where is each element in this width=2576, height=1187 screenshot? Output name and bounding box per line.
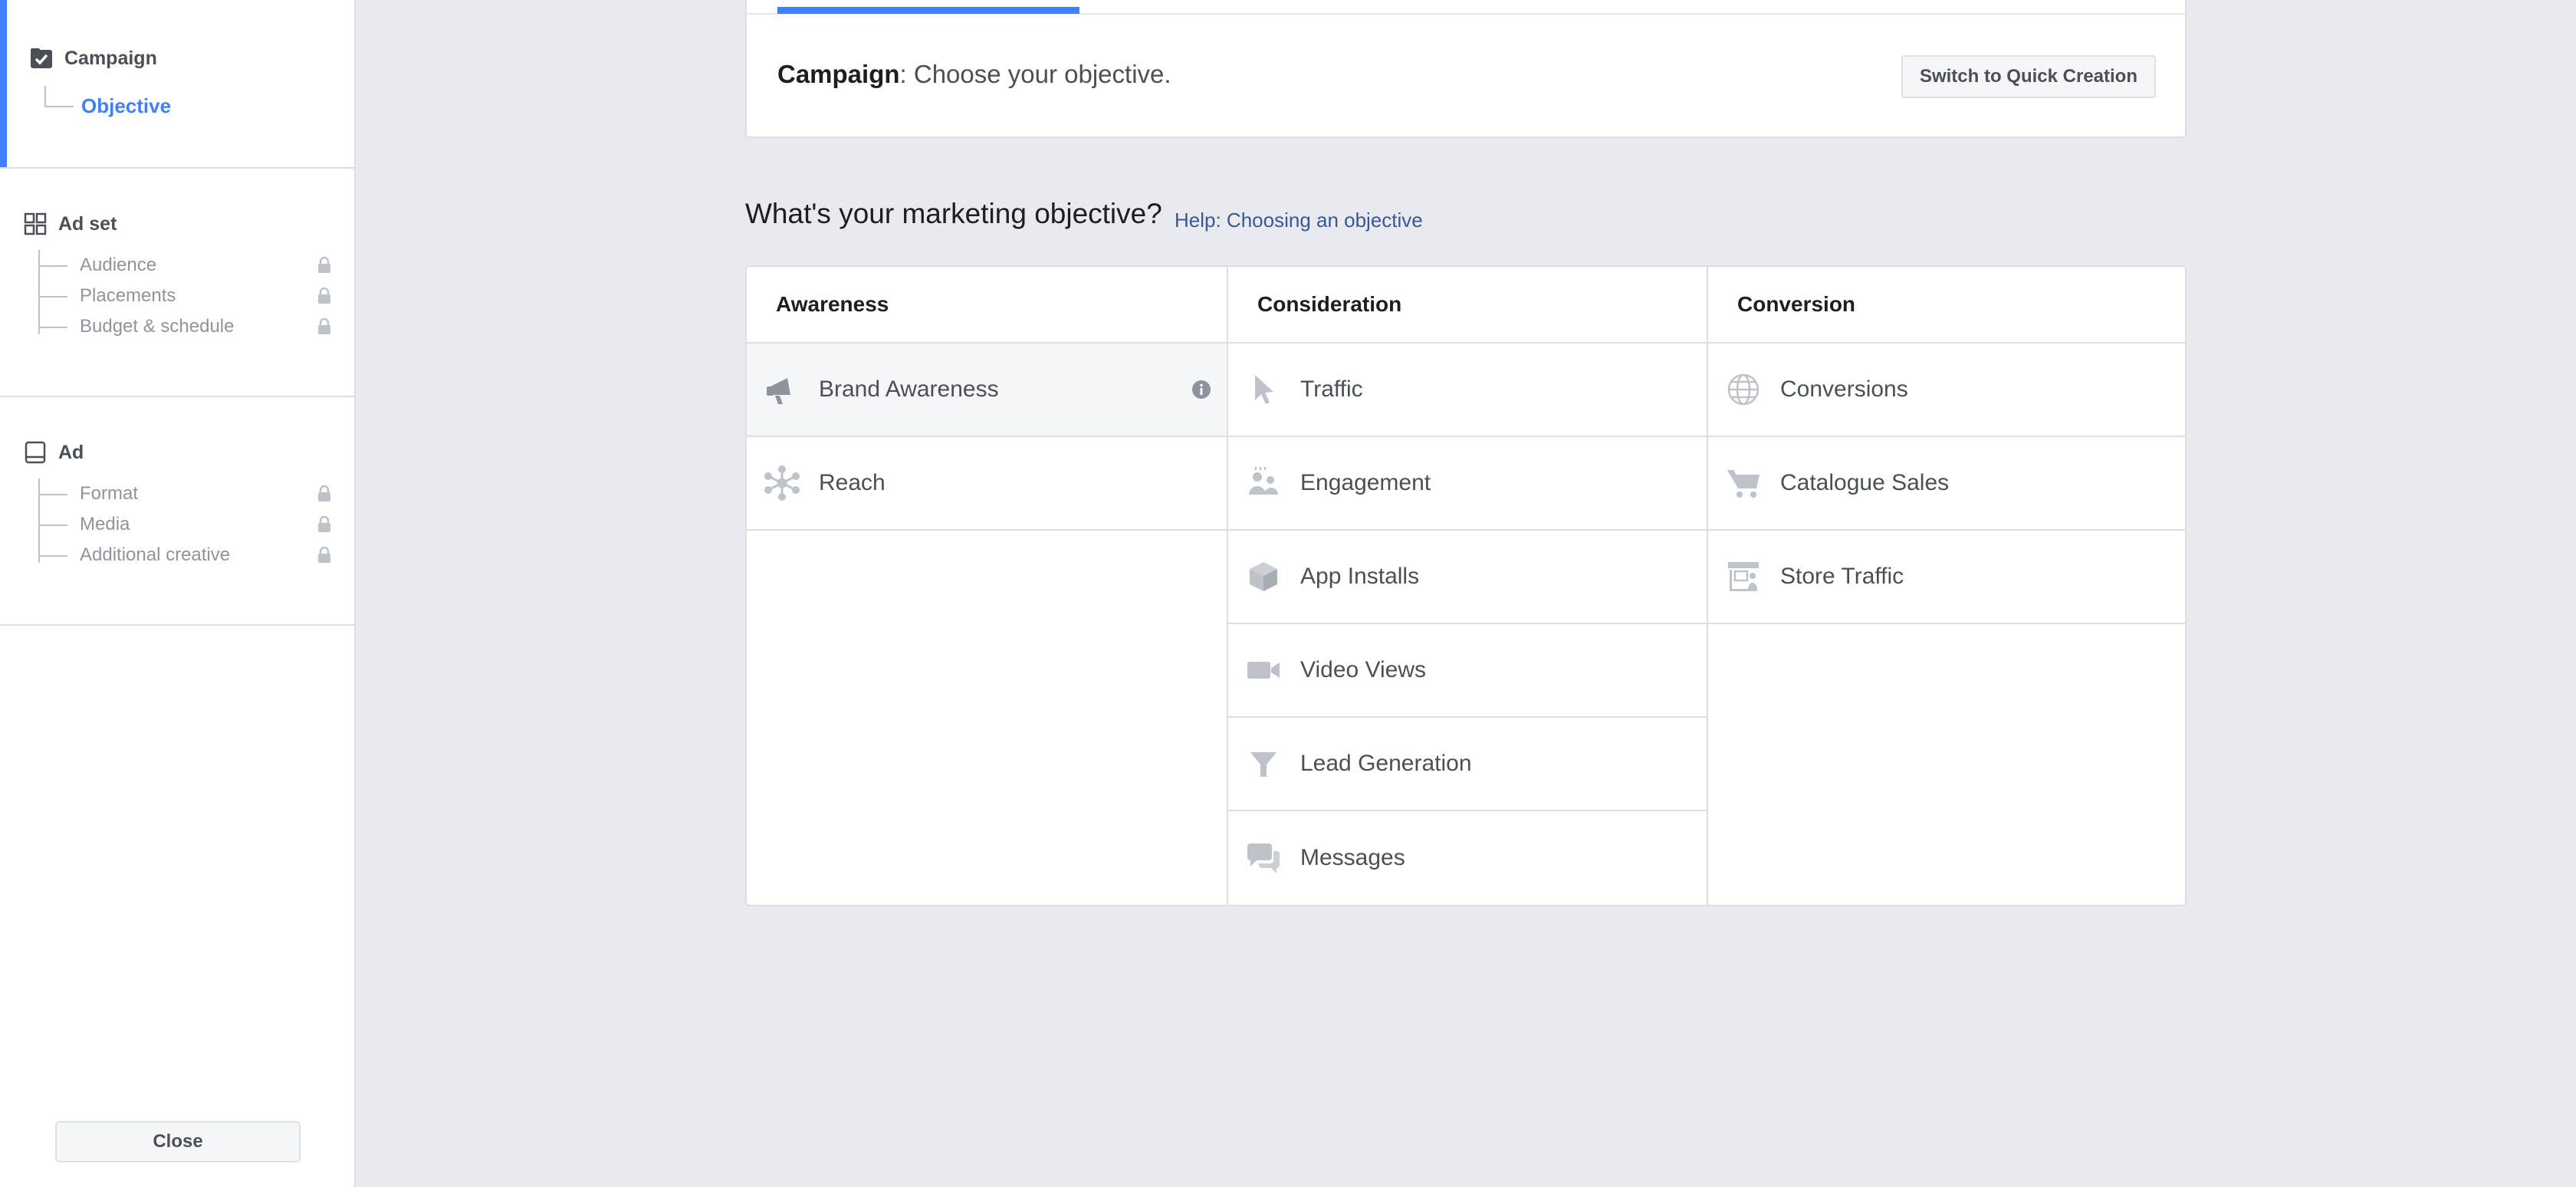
sidebar-item-label: Format [80,483,139,504]
close-button[interactable]: Close [55,1121,301,1162]
adset-tree: Audience Placements Budget & schedule [38,250,330,337]
campaign-header-card: Campaign: Choose your objective. Switch … [745,0,2187,138]
lock-icon [318,256,330,273]
help-choosing-objective-link[interactable]: Help: Choosing an objective [1175,209,1423,232]
campaign-tree: Objective [44,86,171,117]
objective-label: Engagement [1300,470,1431,495]
people-icon [1245,465,1282,501]
column-awareness: Awareness Brand Awareness Reach [747,267,1228,905]
objective-label: Video Views [1300,657,1427,682]
objective-label: Brand Awareness [819,376,999,402]
video-camera-icon [1245,652,1282,689]
sidebar-section-campaign: Campaign Objective [0,0,354,169]
page-title-bold: Campaign [777,60,900,88]
column-conversion: Conversion Conversions Catalogue Sales S… [1707,267,2185,905]
ad-tree: Format Media Additional creative [38,478,330,565]
objective-store-traffic[interactable]: Store Traffic [1708,531,2185,624]
objective-lead-generation[interactable]: Lead Generation [1228,718,1708,811]
progress-indicator [777,7,1079,14]
sidebar-item-label: Audience [80,255,157,275]
sidebar-item-label: Placements [80,285,176,306]
objective-catalogue-sales[interactable]: Catalogue Sales [1708,437,2185,531]
objective-video-views[interactable]: Video Views [1228,624,1708,718]
objective-label: Catalogue Sales [1780,470,1950,495]
megaphone-icon [764,371,800,408]
page-title: Campaign: Choose your objective. [777,60,1171,89]
column-consideration: Consideration Traffic Engagement App Ins… [1227,267,1708,905]
objective-engagement[interactable]: Engagement [1228,437,1708,531]
objective-app-installs[interactable]: App Installs [1228,531,1708,624]
store-icon [1725,558,1762,595]
box-icon [1245,558,1282,595]
chat-bubbles-icon [1245,840,1282,876]
switch-to-quick-creation-button[interactable]: Switch to Quick Creation [1901,55,2156,98]
objective-label: Traffic [1300,376,1363,402]
lock-icon [318,546,330,563]
objective-grid: Awareness Brand Awareness Reach Consider… [745,265,2187,906]
objective-question: What's your marketing objective? [745,198,1162,229]
ad-frame-icon [23,440,48,465]
objective-traffic[interactable]: Traffic [1228,344,1708,437]
sidebar-item-label: Objective [81,94,172,117]
sidebar-ad-header[interactable]: Ad [23,440,84,465]
grid-icon [23,212,48,236]
objective-brand-awareness[interactable]: Brand Awareness [747,344,1228,437]
reach-icon [764,465,800,501]
objective-messages[interactable]: Messages [1228,811,1708,905]
objective-reach[interactable]: Reach [747,437,1228,531]
sidebar-section-ad: Ad Format Media Additional creative [0,396,354,626]
sidebar-adset-title: Ad set [58,212,117,235]
page-title-rest: : Choose your objective. [899,60,1171,88]
objective-label: Reach [819,470,886,495]
sidebar-item-label: Budget & schedule [80,316,235,337]
sidebar-item-label: Additional creative [80,544,231,565]
sidebar: Campaign Objective Ad set Audience Place… [0,0,356,1187]
sidebar-campaign-title: Campaign [64,47,157,69]
column-header: Conversion [1708,267,2185,344]
cart-icon [1725,465,1762,501]
objective-label: App Installs [1300,564,1420,589]
sidebar-section-adset: Ad set Audience Placements Budget & sche… [0,167,354,397]
column-header: Awareness [747,267,1228,344]
column-header: Consideration [1228,267,1708,344]
objective-label: Messages [1300,845,1405,870]
sidebar-item-label: Media [80,514,130,534]
funnel-icon [1245,745,1282,782]
lock-icon [318,317,330,334]
globe-icon [1725,371,1762,408]
objective-label: Lead Generation [1300,751,1472,776]
lock-icon [318,287,330,304]
info-icon[interactable] [1191,380,1211,400]
objective-label: Store Traffic [1780,564,1904,589]
cursor-icon [1245,371,1282,408]
sidebar-campaign-header[interactable]: Campaign [29,46,157,71]
lock-icon [318,485,330,501]
checked-folder-icon [29,46,54,71]
lock-icon [318,515,330,532]
sidebar-adset-header[interactable]: Ad set [23,212,117,236]
objective-conversions[interactable]: Conversions [1708,344,2185,437]
sidebar-ad-title: Ad [58,441,84,463]
objective-label: Conversions [1780,376,1908,402]
